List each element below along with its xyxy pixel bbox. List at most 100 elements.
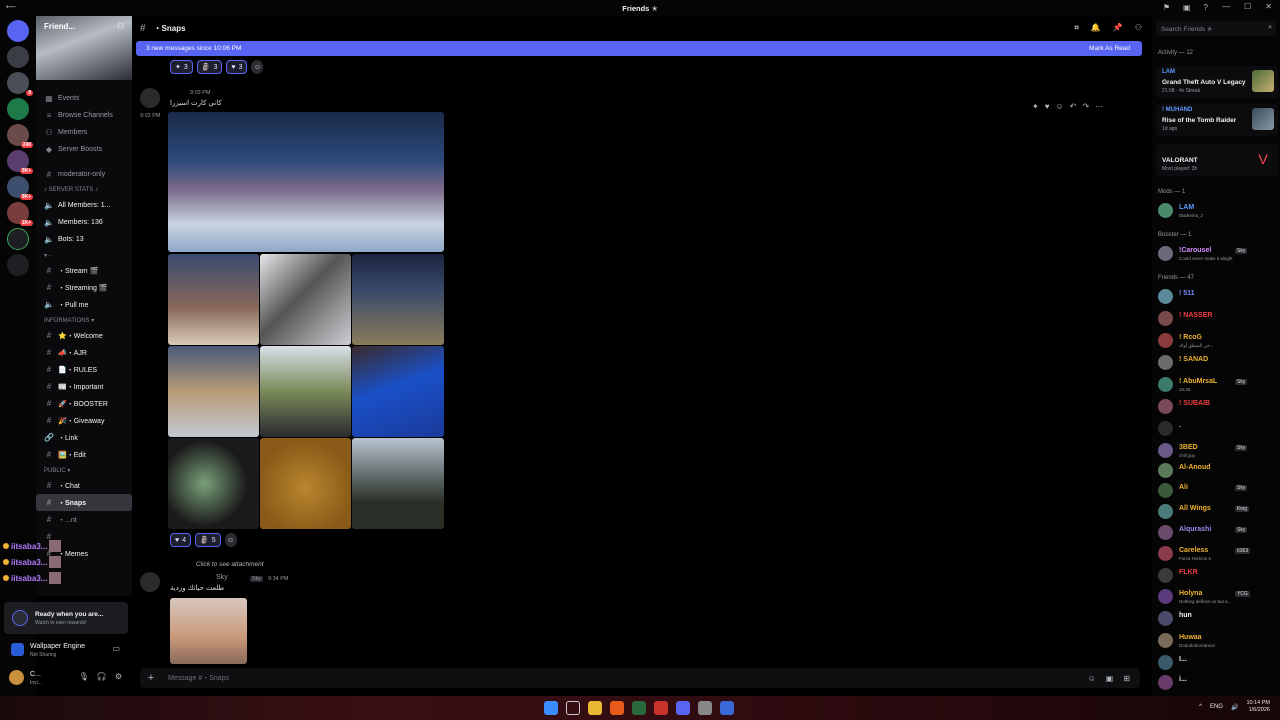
reaction[interactable]: ♥ 4 xyxy=(170,533,192,547)
attachment-image[interactable] xyxy=(260,438,351,529)
volume-icon[interactable]: 🔊 xyxy=(1231,704,1238,711)
pin-icon[interactable]: 📌 xyxy=(1113,23,1123,33)
member-item[interactable]: ! NASSER xyxy=(1154,308,1278,328)
channel-ajr[interactable]: # 📣・AJR xyxy=(36,344,132,361)
activity-card[interactable]: VALORANT Most played: 3h V xyxy=(1156,144,1278,176)
reaction[interactable]: ✦ 3 xyxy=(170,60,193,74)
app-icon[interactable] xyxy=(610,701,624,715)
voice-user[interactable]: iitsaba3... xyxy=(0,570,110,586)
attachment-image[interactable] xyxy=(168,438,259,529)
nav-events[interactable]: ▦ Events xyxy=(36,90,132,107)
member-item[interactable]: I... xyxy=(1154,652,1278,672)
tray-chevron-icon[interactable]: ^ xyxy=(1199,704,1202,710)
reply-icon[interactable]: ↶ xyxy=(1070,102,1077,111)
start-icon[interactable] xyxy=(544,701,558,715)
browser-icon[interactable] xyxy=(654,701,668,715)
server-icon[interactable]: 9K+ xyxy=(7,150,33,174)
channel-pull-me[interactable]: 🔈 ・Pull me xyxy=(36,296,132,313)
message-composer[interactable]: + Message #・Snaps ☺ ▣ ⊞ xyxy=(140,668,1140,688)
bell-icon[interactable]: 🔔 xyxy=(1091,23,1101,33)
gif-icon[interactable]: ▣ xyxy=(1106,674,1114,683)
threads-icon[interactable]: ⌗ xyxy=(1074,23,1079,33)
activity-card[interactable]: ! MUHAND Rise of the Tomb Raider 1d ago xyxy=(1156,104,1278,136)
member-item[interactable]: Alqurashi Sky xyxy=(1154,522,1278,542)
search-input[interactable]: Search Friends ✭ ⌕ xyxy=(1156,21,1276,36)
server-icon[interactable] xyxy=(7,98,29,120)
discover-icon[interactable] xyxy=(7,254,29,276)
minimize-icon[interactable]: — xyxy=(1222,2,1230,11)
avatar[interactable] xyxy=(140,572,160,592)
members-list-icon[interactable]: ⚇ xyxy=(1135,23,1142,33)
add-reaction-icon[interactable]: ☺ xyxy=(224,533,237,547)
more-icon[interactable]: ⋯ xyxy=(1095,102,1103,111)
reply-preview[interactable]: Click to see attachment xyxy=(196,561,264,568)
server-icon[interactable] xyxy=(7,46,29,68)
server-banner[interactable]: Friend... ⚇ xyxy=(36,16,132,80)
reaction[interactable]: 🗿 3 xyxy=(196,60,223,74)
attachment-image[interactable] xyxy=(260,254,351,345)
discord-home-icon[interactable] xyxy=(7,20,29,42)
headphones-icon[interactable]: 🎧 xyxy=(97,672,107,681)
server-icon[interactable]: 240 xyxy=(7,124,33,148)
monitor-icon[interactable]: ▣ xyxy=(1183,3,1191,12)
reaction[interactable]: ♥ 3 xyxy=(226,60,248,74)
attachment-image[interactable] xyxy=(170,598,247,664)
react-icon[interactable]: ✦ xyxy=(1032,102,1039,111)
member-item[interactable]: FLKR xyxy=(1154,565,1278,585)
channel-chat[interactable]: # ・Chat xyxy=(36,477,132,494)
attachment-image[interactable] xyxy=(352,346,444,437)
member-item[interactable]: ! RcoG حن المنطق أولاد... xyxy=(1154,330,1278,350)
member-item[interactable]: . xyxy=(1154,418,1278,438)
app-icon[interactable] xyxy=(632,701,646,715)
microphone-icon[interactable]: 🎙 xyxy=(79,672,89,681)
attachment-image[interactable] xyxy=(168,254,259,345)
member-item[interactable]: i... xyxy=(1154,672,1278,692)
new-messages-bar[interactable]: 3 new messages since 10:06 PM Mark As Re… xyxy=(136,41,1142,56)
forward-icon[interactable]: ↷ xyxy=(1082,102,1089,111)
channel-stream[interactable]: # ・Stream 🎬 xyxy=(36,262,132,279)
username[interactable]: C... xyxy=(30,671,41,678)
message-author[interactable]: Sky xyxy=(216,574,228,581)
attachment-image[interactable] xyxy=(352,438,444,529)
nav-server-boosts[interactable]: ◆ Server Boosts xyxy=(36,141,132,158)
close-icon[interactable]: ✕ xyxy=(1265,2,1272,11)
add-attachment-icon[interactable]: + xyxy=(140,672,162,684)
channel-link[interactable]: 🔗 ・Link xyxy=(36,429,132,446)
member-item[interactable]: ! SUBAIB xyxy=(1154,396,1278,416)
member-item[interactable]: !Carousel Sky Could never make it alright xyxy=(1154,243,1278,263)
settings-icon[interactable]: ⚙ xyxy=(115,672,122,681)
channel-streaming[interactable]: # ・Streaming 🎬 xyxy=(36,279,132,296)
channel-booster[interactable]: # 🚀・BOOSTER xyxy=(36,395,132,412)
stat-all-members[interactable]: 🔈 All Members: 1... xyxy=(36,197,132,214)
nav-browse-channels[interactable]: ≡ Browse Channels xyxy=(36,107,132,124)
category-server-stats[interactable]: ♪ SERVER STATS ♪ xyxy=(36,183,132,197)
channel-moderator-only[interactable]: # moderator-only xyxy=(36,166,132,183)
language-indicator[interactable]: ENG xyxy=(1210,704,1223,710)
attachment-image[interactable] xyxy=(168,346,259,437)
member-item[interactable]: Careless 6363 Forza Horizon 5 xyxy=(1154,543,1278,563)
heart-icon[interactable]: ♥ xyxy=(1045,102,1050,111)
activity-widget[interactable]: Wallpaper Engine Not Sharing ▭ xyxy=(4,638,128,662)
member-item[interactable]: 3BED Sky chill guy xyxy=(1154,440,1278,460)
add-member-icon[interactable]: ⚇ xyxy=(117,22,124,31)
server-name[interactable]: Friend... xyxy=(44,22,75,31)
attachment-image[interactable] xyxy=(168,112,444,252)
member-item[interactable]: Al-Anoud xyxy=(1154,460,1278,480)
server-icon[interactable]: 9K+ xyxy=(7,176,33,200)
channel-giveaway[interactable]: # 🎉・Giveaway xyxy=(36,412,132,429)
add-server-icon[interactable] xyxy=(7,228,29,250)
search-icon[interactable] xyxy=(566,701,580,715)
discord-icon[interactable] xyxy=(676,701,690,715)
avatar[interactable] xyxy=(140,88,160,108)
help-icon[interactable]: ? xyxy=(1204,3,1208,12)
category-dash[interactable]: ▾ - xyxy=(36,248,132,262)
member-item[interactable]: All Wings King xyxy=(1154,501,1278,521)
message-input[interactable]: Message #・Snaps xyxy=(168,673,229,683)
screen-share-icon[interactable]: ▭ xyxy=(112,644,120,653)
channel-welcome[interactable]: # ⭐・Welcome xyxy=(36,327,132,344)
apps-icon[interactable]: ⊞ xyxy=(1123,674,1130,683)
gift-icon[interactable]: ☺ xyxy=(1088,674,1096,683)
attachment-image[interactable] xyxy=(260,346,351,437)
maximize-icon[interactable]: ☐ xyxy=(1244,2,1251,11)
member-item[interactable]: Holyna YCG Nothing defines us but a... xyxy=(1154,586,1278,606)
